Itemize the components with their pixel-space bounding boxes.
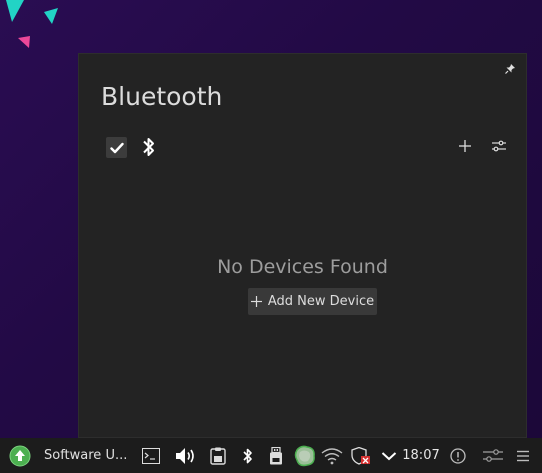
pin-button[interactable] <box>503 62 517 76</box>
launcher-button[interactable] <box>8 438 32 473</box>
sliders-icon <box>483 448 503 462</box>
pin-icon <box>505 64 515 74</box>
updates-icon <box>294 445 315 466</box>
popup-title: Bluetooth <box>101 82 223 111</box>
menu-icon <box>517 450 529 461</box>
checkmark-icon <box>109 142 124 153</box>
menu-button[interactable] <box>512 438 534 473</box>
tray-wifi[interactable] <box>320 438 344 473</box>
settings-button[interactable] <box>490 137 508 155</box>
bluetooth-popup: Bluetooth No Devices Found Add New Devic… <box>78 53 527 438</box>
shield-alert-icon <box>351 446 370 465</box>
info-button[interactable] <box>447 438 469 473</box>
no-devices-message: No Devices Found <box>217 256 388 278</box>
clock[interactable]: 18:07 <box>402 438 440 473</box>
clock-time: 18:07 <box>402 448 440 463</box>
plus-icon <box>459 140 471 152</box>
taskbar: Software U... 18:07 <box>0 438 542 473</box>
terminal-icon <box>142 447 160 464</box>
info-icon <box>450 447 466 464</box>
bluetooth-toggle-checkbox[interactable] <box>106 137 127 158</box>
tray-terminal[interactable] <box>140 438 162 473</box>
sliders-icon <box>492 140 506 152</box>
volume-icon <box>176 447 194 464</box>
bluetooth-icon <box>143 138 154 156</box>
arrow-up-circle-icon <box>9 445 31 466</box>
bluetooth-icon <box>243 448 252 463</box>
add-button[interactable] <box>456 137 474 155</box>
chevron-down-icon <box>381 451 397 460</box>
task-label: Software U... <box>44 448 128 463</box>
desktop-decoration <box>6 0 58 48</box>
tray-security[interactable] <box>350 438 372 473</box>
tray-expand[interactable] <box>378 438 400 473</box>
settings-tray-button[interactable] <box>480 438 506 473</box>
tray-clipboard[interactable] <box>208 438 228 473</box>
wifi-icon <box>321 447 343 464</box>
usb-drive-icon <box>270 446 282 464</box>
tray-volume[interactable] <box>174 438 198 473</box>
tray-bluetooth[interactable] <box>240 438 256 473</box>
taskbar-task-software-updater[interactable]: Software U... <box>44 438 134 473</box>
tray-usb-drive[interactable] <box>266 438 286 473</box>
clipboard-icon <box>210 447 226 465</box>
add-new-device-label: Add New Device <box>267 294 375 309</box>
add-new-device-button[interactable]: Add New Device <box>248 288 377 315</box>
tray-updates[interactable] <box>292 438 318 473</box>
plus-icon <box>250 296 262 307</box>
